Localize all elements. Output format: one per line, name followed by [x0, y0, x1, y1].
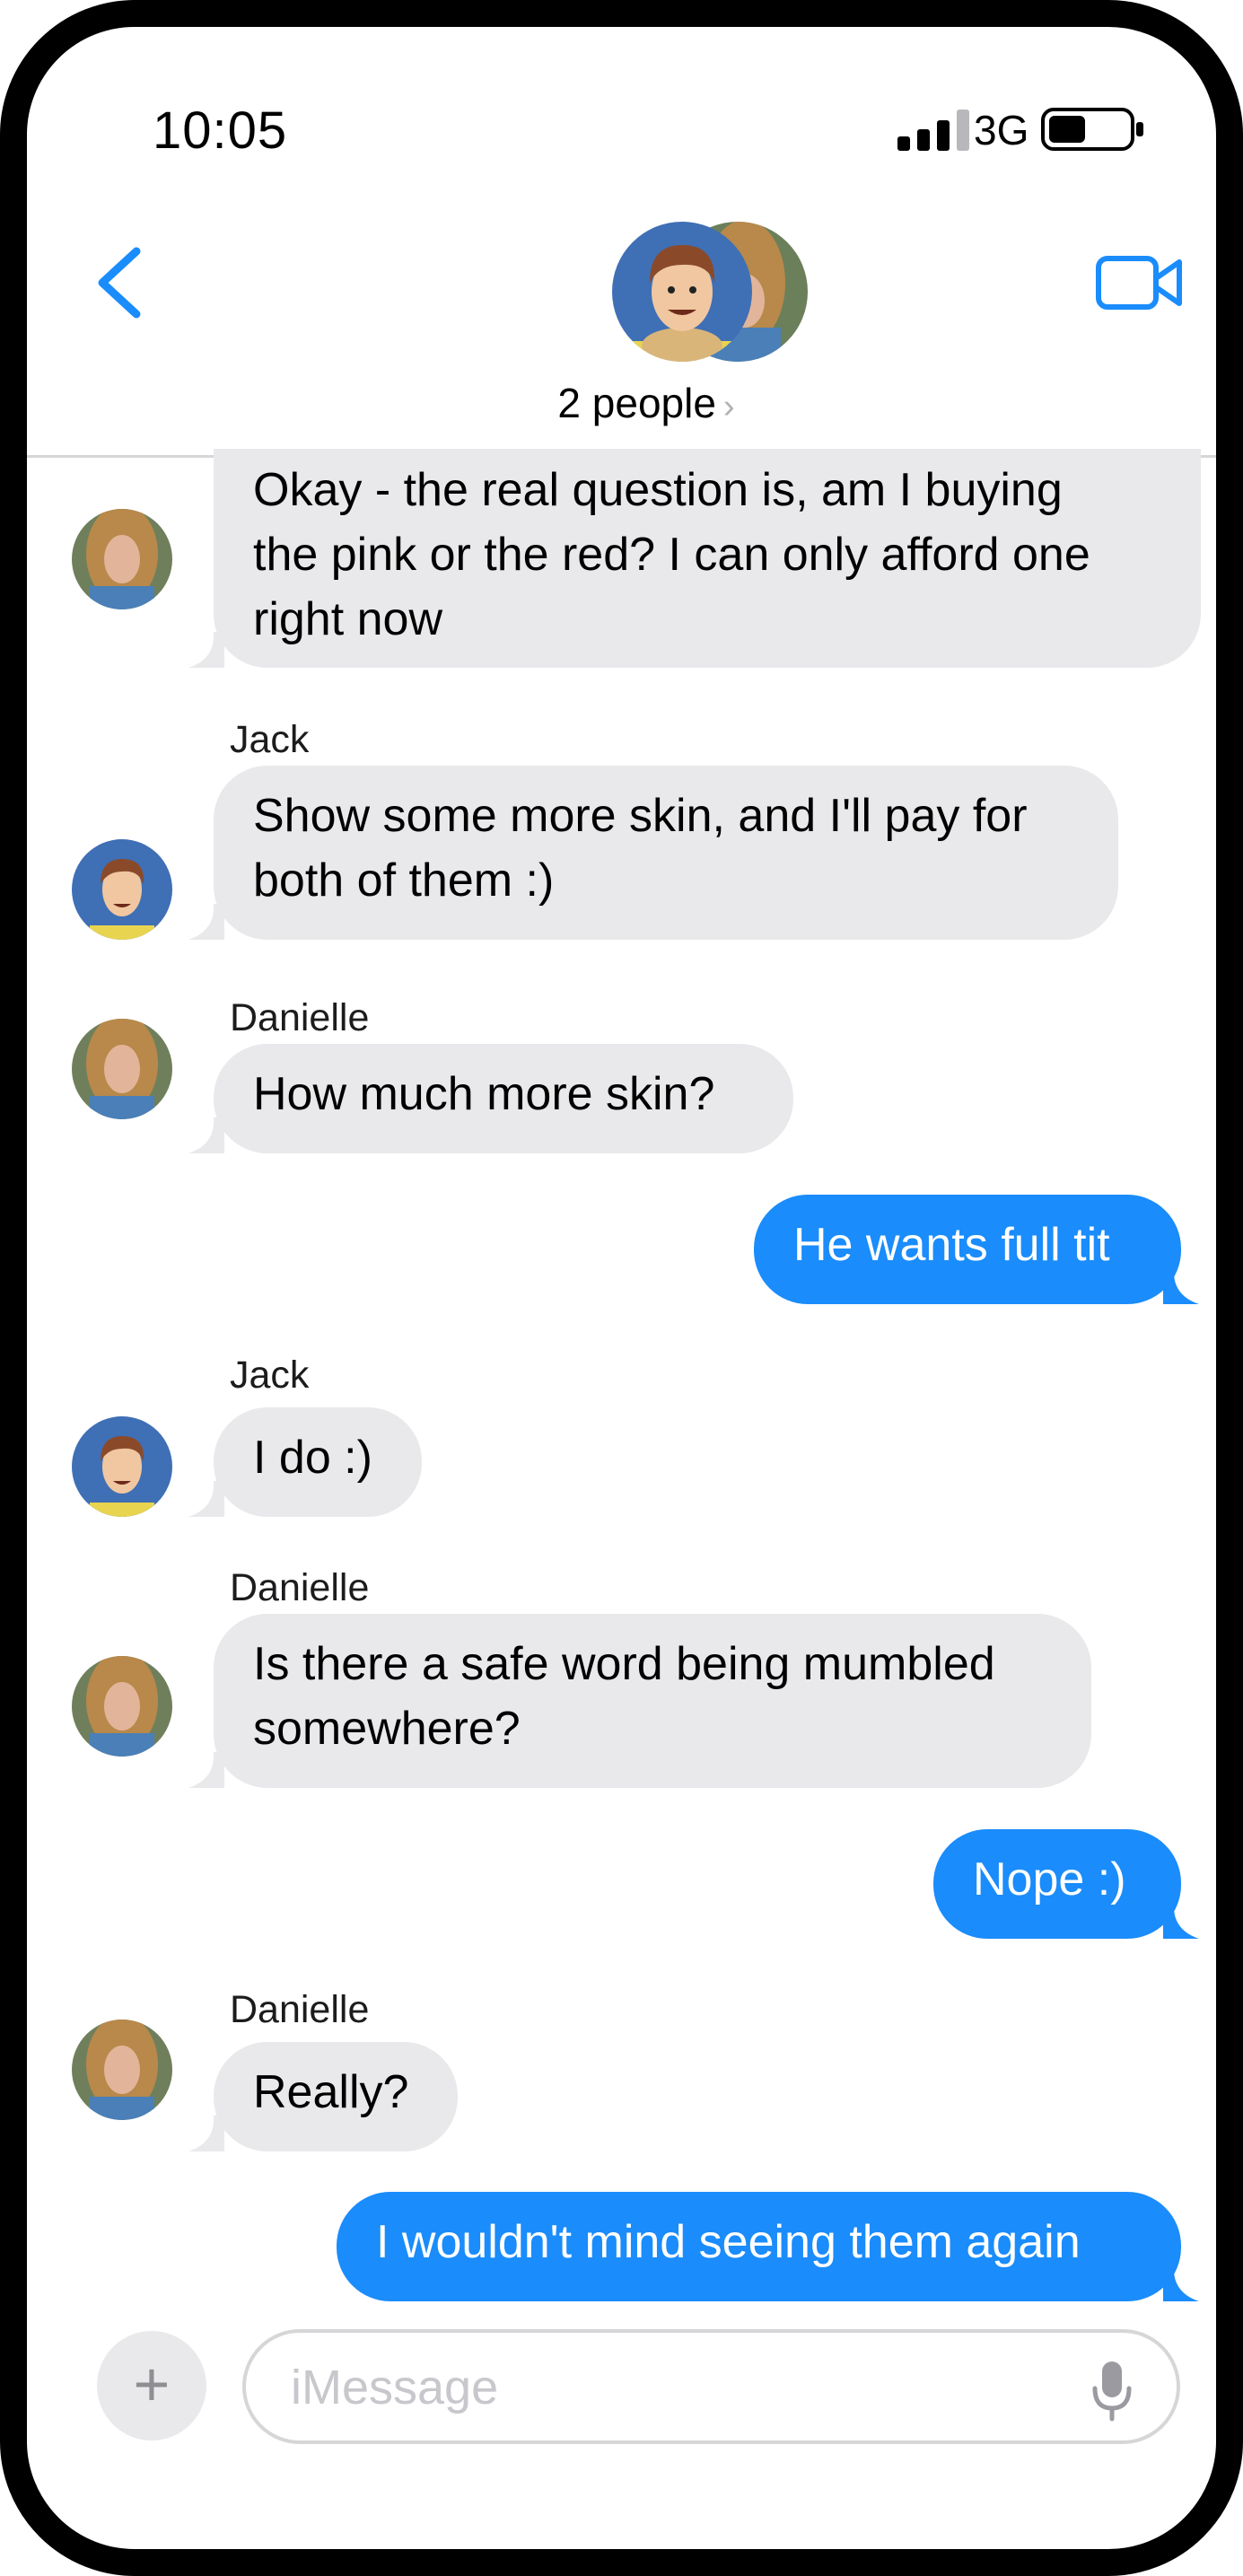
avatar-jack-image — [72, 1416, 172, 1517]
avatar-danielle-image — [72, 1656, 172, 1757]
message-bubble-received[interactable]: How much more skin? — [214, 1044, 793, 1153]
sender-name: Danielle — [230, 1566, 370, 1609]
avatar-danielle — [72, 1019, 172, 1119]
chevron-right-icon: › — [722, 388, 735, 425]
avatar-jack-image — [72, 839, 172, 940]
sender-name: Danielle — [230, 1988, 370, 2031]
video-camera-icon[interactable] — [1095, 251, 1185, 314]
network-label: 3G — [974, 107, 1029, 153]
message-bubble-received[interactable]: Is there a safe word being mumbled somew… — [214, 1614, 1091, 1788]
sender-name: Jack — [230, 718, 310, 761]
battery-icon — [1041, 108, 1143, 151]
bubble-tail — [188, 2116, 224, 2151]
message-text-line: right now — [253, 593, 442, 645]
message-text-line: the pink or the red? I can only afford o… — [253, 529, 1090, 581]
message-text-line: Show some more skin, and I'll pay for — [253, 790, 1028, 842]
message-text-line: How much more skin? — [253, 1068, 715, 1120]
add-attachment-button[interactable]: + — [97, 2331, 206, 2440]
phone-frame: 10:05 3G 2 people › Okay - the real ques… — [0, 0, 1243, 2576]
conversation-details-link[interactable]: 2 people › — [476, 379, 817, 427]
message-bubble-received[interactable]: Show some more skin, and I'll pay for bo… — [214, 766, 1118, 940]
message-text-line: He wants full tit — [793, 1219, 1110, 1271]
message-text-line: I wouldn't mind seeing them again — [376, 2216, 1081, 2268]
avatar-danielle-image — [72, 1019, 172, 1119]
message-bubble-sent[interactable]: Nope :) — [933, 1829, 1181, 1939]
message-text-line: Nope :) — [973, 1853, 1126, 1906]
message-bubble-received[interactable]: Okay - the real question is, am I buying… — [214, 449, 1201, 668]
sender-name: Danielle — [230, 996, 370, 1039]
bubble-tail — [1163, 2265, 1199, 2301]
avatar-danielle — [72, 2020, 172, 2120]
avatar-danielle-image — [72, 509, 172, 609]
bubble-tail — [188, 904, 224, 940]
avatar-danielle-image — [72, 2020, 172, 2120]
status-time: 10:05 — [153, 101, 288, 160]
message-bubble-received[interactable]: I do :) — [214, 1407, 422, 1517]
message-bubble-sent[interactable]: I wouldn't mind seeing them again — [337, 2192, 1181, 2301]
sender-name: Jack — [230, 1354, 310, 1397]
people-count-label: 2 people — [557, 380, 716, 426]
bubble-tail — [188, 1481, 224, 1517]
bubble-tail — [188, 632, 224, 668]
bubble-tail — [188, 1752, 224, 1788]
message-text-line: I do :) — [253, 1432, 372, 1484]
avatar-danielle — [72, 509, 172, 609]
avatar-jack — [72, 839, 172, 940]
avatar-jack — [72, 1416, 172, 1517]
bubble-tail — [188, 1117, 224, 1153]
message-bubble-sent[interactable]: He wants full tit — [754, 1195, 1181, 1304]
message-text-line: Really? — [253, 2066, 409, 2118]
bubble-tail — [1163, 1903, 1199, 1939]
bubble-tail — [1163, 1268, 1199, 1304]
message-text-line: Okay - the real question is, am I buying — [253, 464, 1063, 516]
message-bubble-received[interactable]: Really? — [214, 2042, 458, 2151]
plus-icon: + — [133, 2349, 171, 2419]
signal-icon — [897, 110, 969, 151]
group-avatar[interactable] — [610, 220, 808, 364]
message-input-box[interactable] — [242, 2329, 1180, 2444]
message-text-line: somewhere? — [253, 1703, 521, 1755]
message-input[interactable] — [289, 2349, 1064, 2426]
message-text-line: both of them :) — [253, 854, 555, 907]
message-text-line: Is there a safe word being mumbled — [253, 1638, 995, 1690]
chevron-left-icon[interactable] — [90, 242, 153, 323]
microphone-icon[interactable] — [1090, 2360, 1134, 2423]
avatar-danielle — [72, 1656, 172, 1757]
